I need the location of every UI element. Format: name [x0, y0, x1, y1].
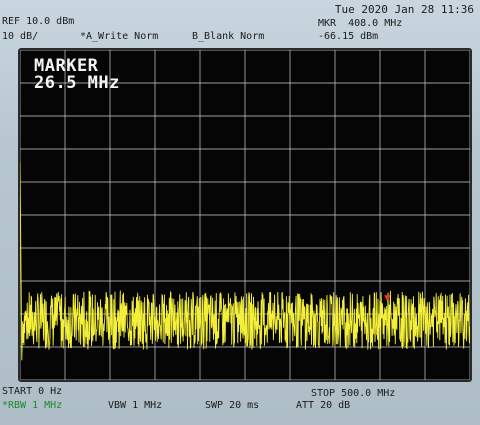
scale-readout: 10 dB/: [2, 31, 39, 42]
attenuation-readout: ATT 20 dB: [296, 400, 351, 411]
marker-level-readout: -66.15 dBm: [318, 31, 379, 42]
marker-point: [384, 295, 391, 302]
start-frequency-readout: START 0 Hz: [2, 386, 63, 397]
trace-b-mode: B_Blank Norm: [192, 31, 265, 42]
sweep-time-readout: SWP 20 ms: [205, 400, 260, 411]
marker-annotation-value: 26.5 MHz: [34, 73, 120, 93]
reference-level-readout: REF 10.0 dBm: [2, 16, 75, 27]
rbw-readout: *RBW 1 MHz: [2, 400, 63, 411]
marker-frequency-readout: MKR 408.0 MHz: [318, 18, 403, 29]
datetime-readout: Tue 2020 Jan 28 11:36: [334, 3, 474, 16]
spectrum-plot: MARKER 26.5 MHz: [18, 48, 472, 382]
marker-annotation: MARKER 26.5 MHz: [34, 58, 120, 92]
trace-a-mode: *A_Write Norm: [80, 31, 159, 42]
spectrum-analyzer-screen: Tue 2020 Jan 28 11:36 REF 10.0 dBm 10 dB…: [0, 0, 480, 425]
vbw-readout: VBW 1 MHz: [108, 400, 163, 411]
spectrum-trace-svg: [20, 50, 470, 380]
stop-frequency-readout: STOP 500.0 MHz: [311, 388, 396, 399]
